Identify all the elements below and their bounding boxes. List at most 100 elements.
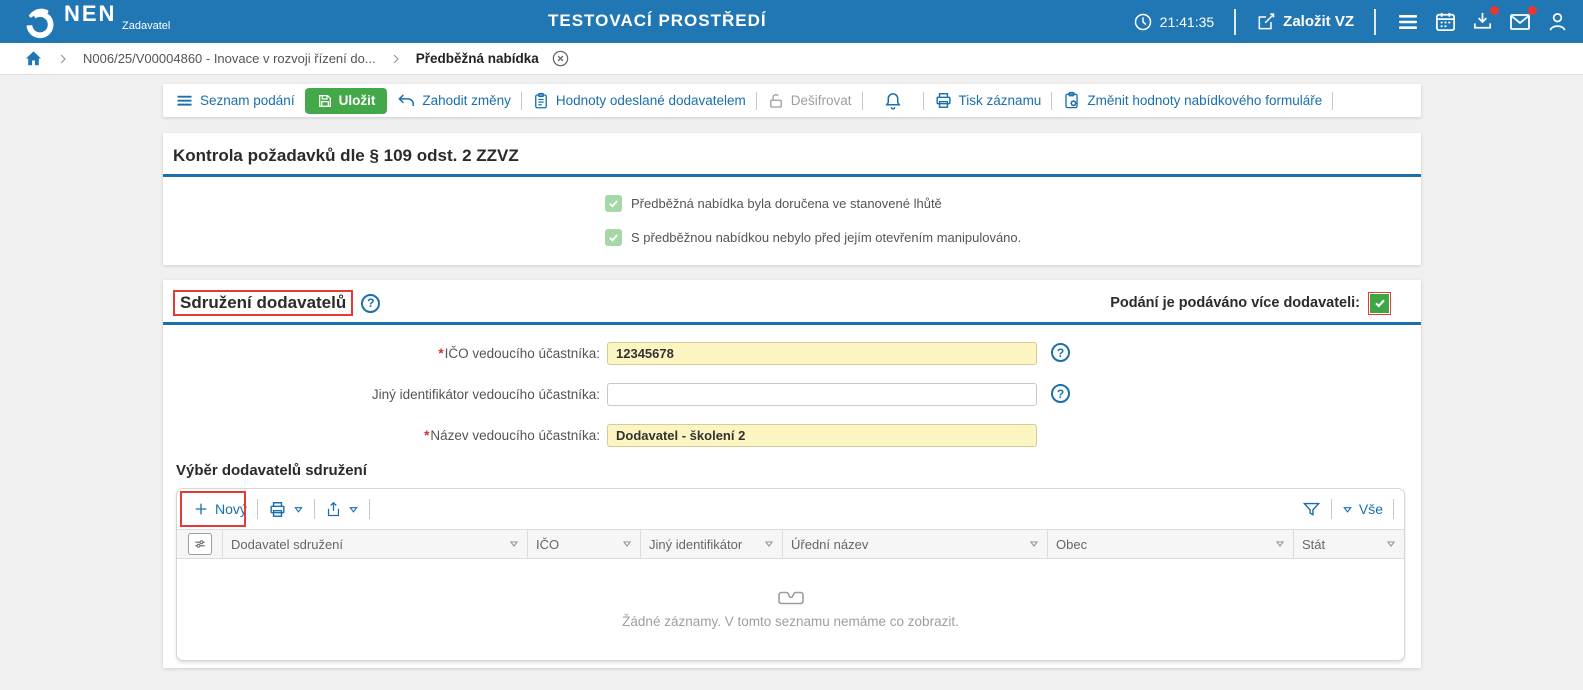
help-icon[interactable]: ? <box>361 293 381 313</box>
list-icon <box>177 95 192 106</box>
required-mark: * <box>438 346 444 361</box>
filter-triangle-icon[interactable] <box>1029 539 1039 549</box>
divider <box>368 499 370 519</box>
clock-icon <box>1134 13 1151 30</box>
home-icon[interactable] <box>24 49 43 68</box>
grid-header-row: Dodavatel sdružení IČO Jiný identifikáto… <box>177 529 1404 559</box>
zalozit-vz-label: Založit VZ <box>1283 13 1354 30</box>
clipboard-gear-icon <box>1065 91 1079 109</box>
discard-changes-button[interactable]: Zahodit změny <box>397 91 511 110</box>
divider <box>1051 91 1053 110</box>
sdruzeni-title: Sdružení dodavatelů <box>180 293 347 312</box>
export-button[interactable] <box>325 501 359 518</box>
printer-icon <box>936 93 951 108</box>
zalozit-vz-button[interactable]: Založit VZ <box>1256 12 1354 32</box>
check-label: Předběžná nabídka byla doručena ve stano… <box>631 196 942 211</box>
divider <box>922 91 924 110</box>
environment-title: TESTOVACÍ PROSTŘEDÍ <box>548 11 767 30</box>
filter-icon[interactable] <box>1302 500 1321 519</box>
filter-triangle-icon[interactable] <box>622 539 632 549</box>
filter-triangle-icon[interactable] <box>764 539 774 549</box>
decrypt-label: Dešifrovat <box>790 93 852 108</box>
print-record-button[interactable]: Tisk záznamu <box>934 91 1042 110</box>
menu-icon[interactable] <box>1396 10 1420 34</box>
divider <box>861 91 863 110</box>
action-toolbar: Seznam podání Uložit Zahodit změny Hodno… <box>163 84 1421 117</box>
filter-triangle-icon[interactable] <box>1275 539 1285 549</box>
notification-badge <box>1528 5 1537 15</box>
chevron-right-icon <box>393 54 399 63</box>
empty-text: Žádné záznamy. V tomto seznamu nemáme co… <box>622 614 959 629</box>
save-label: Uložit <box>338 93 376 108</box>
divider <box>1393 499 1394 519</box>
annotation-box: Sdružení dodavatelů <box>173 290 354 316</box>
sdruzeni-section: Sdružení dodavatelů ? Podání je podáváno… <box>163 280 1421 668</box>
grid-empty-state: Žádné záznamy. V tomto seznamu nemáme co… <box>177 559 1404 660</box>
checkbox-checked-icon <box>605 195 622 212</box>
multi-suppliers-label: Podání je podáváno více dodavateli: <box>1110 295 1360 311</box>
divider <box>256 499 258 519</box>
change-form-values-label: Změnit hodnoty nabídkového formuláře <box>1087 93 1323 108</box>
change-form-values-button[interactable]: Změnit hodnoty nabídkového formuláře <box>1062 91 1322 110</box>
check-row: S předběžnou nabídkou nebylo před jejím … <box>605 229 1021 246</box>
column-header-ico[interactable]: IČO <box>528 530 641 558</box>
chevron-right-icon <box>60 54 66 63</box>
messages-button[interactable] <box>1508 5 1537 34</box>
grid-settings-cell <box>177 530 223 558</box>
supplier-values-label: Hodnoty odeslané dodavatelem <box>555 93 746 108</box>
annotation-box <box>180 491 246 527</box>
kontrola-section: Kontrola požadavků dle § 109 odst. 2 ZZV… <box>163 133 1421 265</box>
divider <box>755 91 757 110</box>
bell-icon[interactable] <box>883 91 903 111</box>
ico-vedouciho-input[interactable] <box>607 342 1037 365</box>
new-document-icon <box>1258 12 1275 29</box>
check-label: S předběžnou nabídkou nebylo před jejím … <box>631 230 1022 245</box>
close-tab-icon[interactable] <box>551 49 570 68</box>
server-time: 21:41:35 <box>1133 12 1214 32</box>
divider <box>313 499 315 519</box>
check-row: Předběžná nabídka byla doručena ve stano… <box>605 195 942 212</box>
clipboard-icon <box>534 92 547 108</box>
nen-logo[interactable]: NEN Zadavatel <box>22 2 170 41</box>
vse-label: Vše <box>1358 501 1383 517</box>
seznam-podani-button[interactable]: Seznam podání <box>175 91 295 110</box>
help-icon[interactable]: ? <box>1051 384 1070 403</box>
downloads-button[interactable] <box>1471 6 1499 33</box>
field-label: *Název vedoucího účastníka: <box>424 428 600 443</box>
column-settings-icon[interactable] <box>187 533 212 555</box>
filter-triangle-icon[interactable] <box>509 539 519 549</box>
breadcrumb: N006/25/V00004860 - Inovace v rozvoji ří… <box>0 43 1583 75</box>
column-header-stat[interactable]: Stát <box>1294 530 1404 558</box>
filter-triangle-icon[interactable] <box>1386 539 1396 549</box>
nen-logo-icon <box>26 8 54 38</box>
required-mark: * <box>424 428 430 443</box>
empty-tray-icon <box>777 591 804 605</box>
divider <box>1330 499 1332 519</box>
export-icon <box>327 501 340 516</box>
field-label: *IČO vedoucího účastníka: <box>438 346 600 361</box>
vyber-title: Výběr dodavatelů sdružení <box>176 462 367 479</box>
discard-changes-label: Zahodit změny <box>422 93 511 108</box>
print-record-label: Tisk záznamu <box>958 93 1042 108</box>
calendar-icon[interactable] <box>1434 10 1457 33</box>
help-icon[interactable]: ? <box>1051 343 1070 362</box>
vse-filter-button[interactable]: Vše <box>1342 501 1383 517</box>
column-header-obec[interactable]: Obec <box>1048 530 1294 558</box>
chevron-down-icon <box>294 506 303 513</box>
decrypt-button[interactable]: Dešifrovat <box>767 92 852 110</box>
grid-toolbar: Nový Vše <box>177 489 1404 529</box>
section-rule <box>163 322 1421 325</box>
user-profile-icon[interactable] <box>1546 10 1569 33</box>
breadcrumb-project-link[interactable]: N006/25/V00004860 - Inovace v rozvoji ří… <box>83 51 376 66</box>
print-grid-button[interactable] <box>268 500 304 519</box>
multi-suppliers-checkbox[interactable] <box>1368 291 1391 315</box>
breadcrumb-current: Předběžná nabídka <box>415 51 539 66</box>
jiny-identifikator-input[interactable] <box>607 383 1037 406</box>
nazev-vedouciho-input[interactable] <box>607 424 1037 447</box>
column-header-uredni-nazev[interactable]: Úřední název <box>783 530 1048 558</box>
supplier-values-button[interactable]: Hodnoty odeslané dodavatelem <box>532 92 746 110</box>
column-header-dodavatel[interactable]: Dodavatel sdružení <box>223 530 528 558</box>
column-header-jiny-identifikator[interactable]: Jiný identifikátor <box>641 530 783 558</box>
save-button[interactable]: Uložit <box>304 87 388 114</box>
chevron-down-icon <box>349 506 358 513</box>
